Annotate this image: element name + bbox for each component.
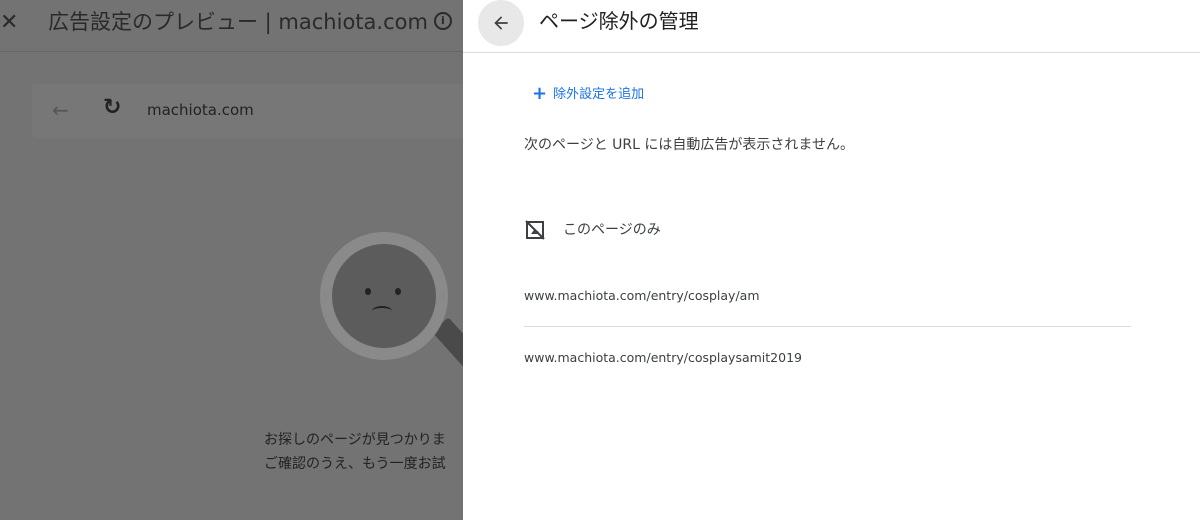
back-button[interactable] [478, 0, 524, 46]
panel-title: ページ除外の管理 [539, 9, 699, 33]
not-found-line-1: お探しのページが見つかりま [264, 432, 446, 448]
sad-face-illustration [332, 244, 436, 348]
plus-icon: + [532, 83, 548, 104]
exclusion-description: 次のページと URL には自動広告が表示されません。 [524, 137, 854, 153]
add-exclusion-label: 除外設定を追加 [553, 87, 645, 102]
sad-face-eye-right [395, 288, 401, 295]
reload-icon[interactable]: ↻ [103, 95, 121, 120]
not-found-message: お探しのページが見つかりま ご確認のうえ、もう一度お試 [264, 428, 446, 476]
arrow-back-icon [494, 16, 508, 30]
browser-url: machiota.com [147, 101, 254, 119]
page-exclusion-panel: ページ除外の管理 + 除外設定を追加 次のページと URL には自動広告が表示され… [463, 0, 1200, 520]
info-icon[interactable]: i [433, 12, 452, 30]
preview-title: 広告設定のプレビュー | machiota.com i [48, 8, 452, 36]
excluded-url-item[interactable]: www.machiota.com/entry/cosplaysamit2019 [524, 348, 1131, 368]
browser-back-icon[interactable]: ← [52, 98, 69, 122]
add-exclusion-button[interactable]: + 除外設定を追加 [532, 82, 644, 104]
not-found-line-2: ご確認のうえ、もう一度お試 [264, 456, 446, 472]
preview-title-text: 広告設定のプレビュー | machiota.com [48, 10, 428, 34]
sad-face-mouth [372, 306, 392, 316]
sad-face-eye-left [365, 288, 371, 295]
close-icon[interactable]: ✕ [0, 10, 20, 36]
panel-header: ページ除外の管理 [463, 0, 1200, 53]
page-off-icon [525, 220, 545, 240]
url-divider [524, 326, 1131, 327]
section-this-page-only: このページのみ [563, 222, 661, 238]
excluded-url-item[interactable]: www.machiota.com/entry/cosplay/am [524, 286, 1131, 306]
